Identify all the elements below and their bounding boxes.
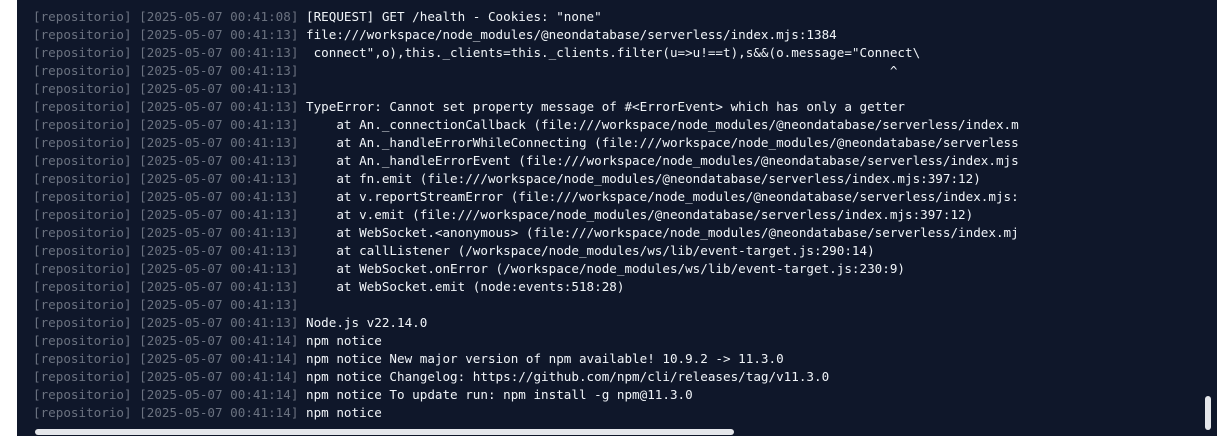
log-source: [repositorio] [33, 27, 132, 42]
log-timestamp: [2025-05-07 00:41:13] [139, 243, 299, 258]
log-timestamp: [2025-05-07 00:41:13] [139, 297, 299, 312]
log-timestamp: [2025-05-07 00:41:13] [139, 261, 299, 276]
log-line: [repositorio] [2025-05-07 00:41:13] at v… [33, 206, 1199, 224]
log-line: [repositorio] [2025-05-07 00:41:08] [REQ… [33, 8, 1199, 26]
log-source: [repositorio] [33, 261, 132, 276]
log-timestamp: [2025-05-07 00:41:13] [139, 279, 299, 294]
log-source: [repositorio] [33, 351, 132, 366]
log-line: [repositorio] [2025-05-07 00:41:14] npm … [33, 386, 1199, 404]
log-line: [repositorio] [2025-05-07 00:41:13] Node… [33, 314, 1199, 332]
log-source: [repositorio] [33, 153, 132, 168]
log-timestamp: [2025-05-07 00:41:13] [139, 315, 299, 330]
log-line: [repositorio] [2025-05-07 00:41:13] at A… [33, 116, 1199, 134]
log-source: [repositorio] [33, 99, 132, 114]
log-timestamp: [2025-05-07 00:41:14] [139, 387, 299, 402]
log-timestamp: [2025-05-07 00:41:13] [139, 171, 299, 186]
log-line: [repositorio] [2025-05-07 00:41:14] npm … [33, 368, 1199, 386]
log-timestamp: [2025-05-07 00:41:13] [139, 45, 299, 60]
log-message: ^ [306, 63, 898, 78]
log-source: [repositorio] [33, 9, 132, 24]
log-timestamp: [2025-05-07 00:41:13] [139, 63, 299, 78]
log-line: [repositorio] [2025-05-07 00:41:13] [33, 80, 1199, 98]
log-message: at v.reportStreamError (file:///workspac… [306, 189, 1019, 204]
log-timestamp: [2025-05-07 00:41:13] [139, 207, 299, 222]
log-line: [repositorio] [2025-05-07 00:41:13] [33, 296, 1199, 314]
log-message: [REQUEST] GET /health - Cookies: "none" [306, 9, 602, 24]
log-timestamp: [2025-05-07 00:41:13] [139, 117, 299, 132]
log-line: [repositorio] [2025-05-07 00:41:13] ^ [33, 62, 1199, 80]
log-line: [repositorio] [2025-05-07 00:41:14] npm … [33, 350, 1199, 368]
log-source: [repositorio] [33, 225, 132, 240]
log-message: at WebSocket.onError (/workspace/node_mo… [306, 261, 905, 276]
horizontal-scrollbar-thumb[interactable] [35, 429, 734, 435]
log-message: at An._handleErrorEvent (file:///workspa… [306, 153, 1019, 168]
log-line: [repositorio] [2025-05-07 00:41:14] npm … [33, 332, 1199, 350]
log-source: [repositorio] [33, 171, 132, 186]
log-timestamp: [2025-05-07 00:41:13] [139, 81, 299, 96]
log-source: [repositorio] [33, 45, 132, 60]
log-source: [repositorio] [33, 369, 132, 384]
log-source: [repositorio] [33, 279, 132, 294]
log-message: npm notice [306, 333, 382, 348]
log-message: TypeError: Cannot set property message o… [306, 99, 905, 114]
log-viewer-frame: [repositorio] [2025-05-07 00:41:08] [REQ… [0, 0, 1223, 436]
log-lines: [repositorio] [2025-05-07 00:41:08] [REQ… [33, 8, 1199, 422]
log-timestamp: [2025-05-07 00:41:13] [139, 27, 299, 42]
log-line: [repositorio] [2025-05-07 00:41:13] conn… [33, 44, 1199, 62]
log-line: [repositorio] [2025-05-07 00:41:13] at W… [33, 278, 1199, 296]
log-timestamp: [2025-05-07 00:41:13] [139, 189, 299, 204]
log-message: at An._handleErrorWhileConnecting (file:… [306, 135, 1019, 150]
log-message: npm notice [306, 405, 382, 420]
log-message: Node.js v22.14.0 [306, 315, 428, 330]
log-message: npm notice To update run: npm install -g… [306, 387, 693, 402]
log-timestamp: [2025-05-07 00:41:14] [139, 405, 299, 420]
log-source: [repositorio] [33, 315, 132, 330]
log-timestamp: [2025-05-07 00:41:13] [139, 99, 299, 114]
log-timestamp: [2025-05-07 00:41:14] [139, 369, 299, 384]
log-source: [repositorio] [33, 405, 132, 420]
log-line: [repositorio] [2025-05-07 00:41:13] at W… [33, 224, 1199, 242]
log-line: [repositorio] [2025-05-07 00:41:13] at W… [33, 260, 1199, 278]
log-line: [repositorio] [2025-05-07 00:41:13] file… [33, 26, 1199, 44]
log-timestamp: [2025-05-07 00:41:13] [139, 225, 299, 240]
vertical-scrollbar-thumb[interactable] [1205, 396, 1211, 430]
log-timestamp: [2025-05-07 00:41:08] [139, 9, 299, 24]
log-line: [repositorio] [2025-05-07 00:41:13] at c… [33, 242, 1199, 260]
log-timestamp: [2025-05-07 00:41:14] [139, 333, 299, 348]
log-message: at v.emit (file:///workspace/node_module… [306, 207, 974, 222]
log-timestamp: [2025-05-07 00:41:13] [139, 135, 299, 150]
log-message: npm notice Changelog: https://github.com… [306, 369, 830, 384]
log-source: [repositorio] [33, 63, 132, 78]
log-source: [repositorio] [33, 207, 132, 222]
log-output-panel[interactable]: [repositorio] [2025-05-07 00:41:08] [REQ… [17, 0, 1217, 436]
log-source: [repositorio] [33, 189, 132, 204]
log-source: [repositorio] [33, 297, 132, 312]
log-timestamp: [2025-05-07 00:41:14] [139, 351, 299, 366]
log-line: [repositorio] [2025-05-07 00:41:13] at A… [33, 152, 1199, 170]
log-source: [repositorio] [33, 81, 132, 96]
log-source: [repositorio] [33, 117, 132, 132]
log-line: [repositorio] [2025-05-07 00:41:13] Type… [33, 98, 1199, 116]
log-message: connect",o),this._clients=this._clients.… [306, 45, 921, 60]
log-source: [repositorio] [33, 333, 132, 348]
log-message: file:///workspace/node_modules/@neondata… [306, 27, 837, 42]
log-source: [repositorio] [33, 135, 132, 150]
log-line: [repositorio] [2025-05-07 00:41:13] at f… [33, 170, 1199, 188]
log-source: [repositorio] [33, 387, 132, 402]
log-source: [repositorio] [33, 243, 132, 258]
log-line: [repositorio] [2025-05-07 00:41:13] at A… [33, 134, 1199, 152]
log-timestamp: [2025-05-07 00:41:13] [139, 153, 299, 168]
log-message: at An._connectionCallback (file:///works… [306, 117, 1019, 132]
log-message: npm notice New major version of npm avai… [306, 351, 784, 366]
log-line: [repositorio] [2025-05-07 00:41:13] at v… [33, 188, 1199, 206]
log-message: at callListener (/workspace/node_modules… [306, 243, 875, 258]
log-line: [repositorio] [2025-05-07 00:41:14] npm … [33, 404, 1199, 422]
log-message: at WebSocket.emit (node:events:518:28) [306, 279, 625, 294]
log-message: at WebSocket.<anonymous> (file:///worksp… [306, 225, 1019, 240]
log-message: at fn.emit (file:///workspace/node_modul… [306, 171, 981, 186]
